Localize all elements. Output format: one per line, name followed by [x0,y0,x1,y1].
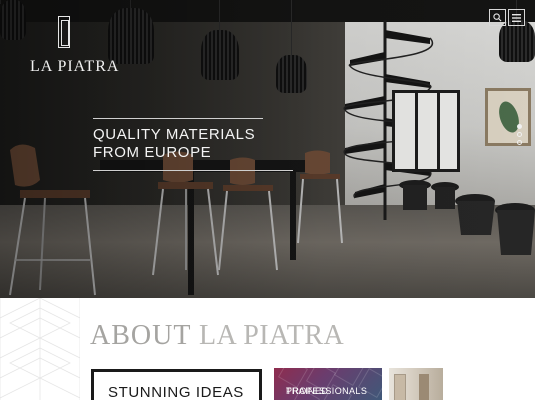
about-heading-bold: ABOUT [90,320,191,351]
about-heading-light: LA PIATRA [198,320,345,351]
card-image-panel [419,374,429,400]
tagline-line-1: QUALITY MATERIALS [93,126,256,143]
site-logo[interactable]: LA PIATRA [30,16,120,80]
feature-card-stunning-ideas[interactable]: STUNNING IDEAS [91,369,262,400]
feature-card-trained-professionals[interactable]: TRAINED PROFESSIONALS [274,368,382,400]
hero-tagline: QUALITY MATERIALS FROM EUROPE [93,126,293,171]
slider-dot-1[interactable] [517,124,522,129]
search-button[interactable] [489,9,506,26]
logo-text: LA PIATRA [30,58,120,75]
feature-card-interior[interactable] [389,368,443,400]
slider-dot-3[interactable] [517,140,522,145]
about-heading: ABOUT LA PIATRA [90,320,344,352]
tagline-divider [93,118,263,119]
feature-card-label-line-2: PROFESSIONALS [286,386,368,396]
slider-dot-2[interactable] [517,132,522,137]
slider-dots [517,124,523,148]
menu-button[interactable] [508,9,525,26]
logo-mark-icon [58,16,70,48]
feature-card-label: STUNNING IDEAS [108,384,244,400]
menu-icon [512,13,521,22]
card-image-panel [394,374,406,400]
search-icon [493,13,502,22]
about-section: ABOUT LA PIATRA STUNNING IDEAS TRAINED P… [0,298,535,400]
decorative-pattern [0,298,80,400]
tagline-line-2: FROM EUROPE [93,144,212,161]
